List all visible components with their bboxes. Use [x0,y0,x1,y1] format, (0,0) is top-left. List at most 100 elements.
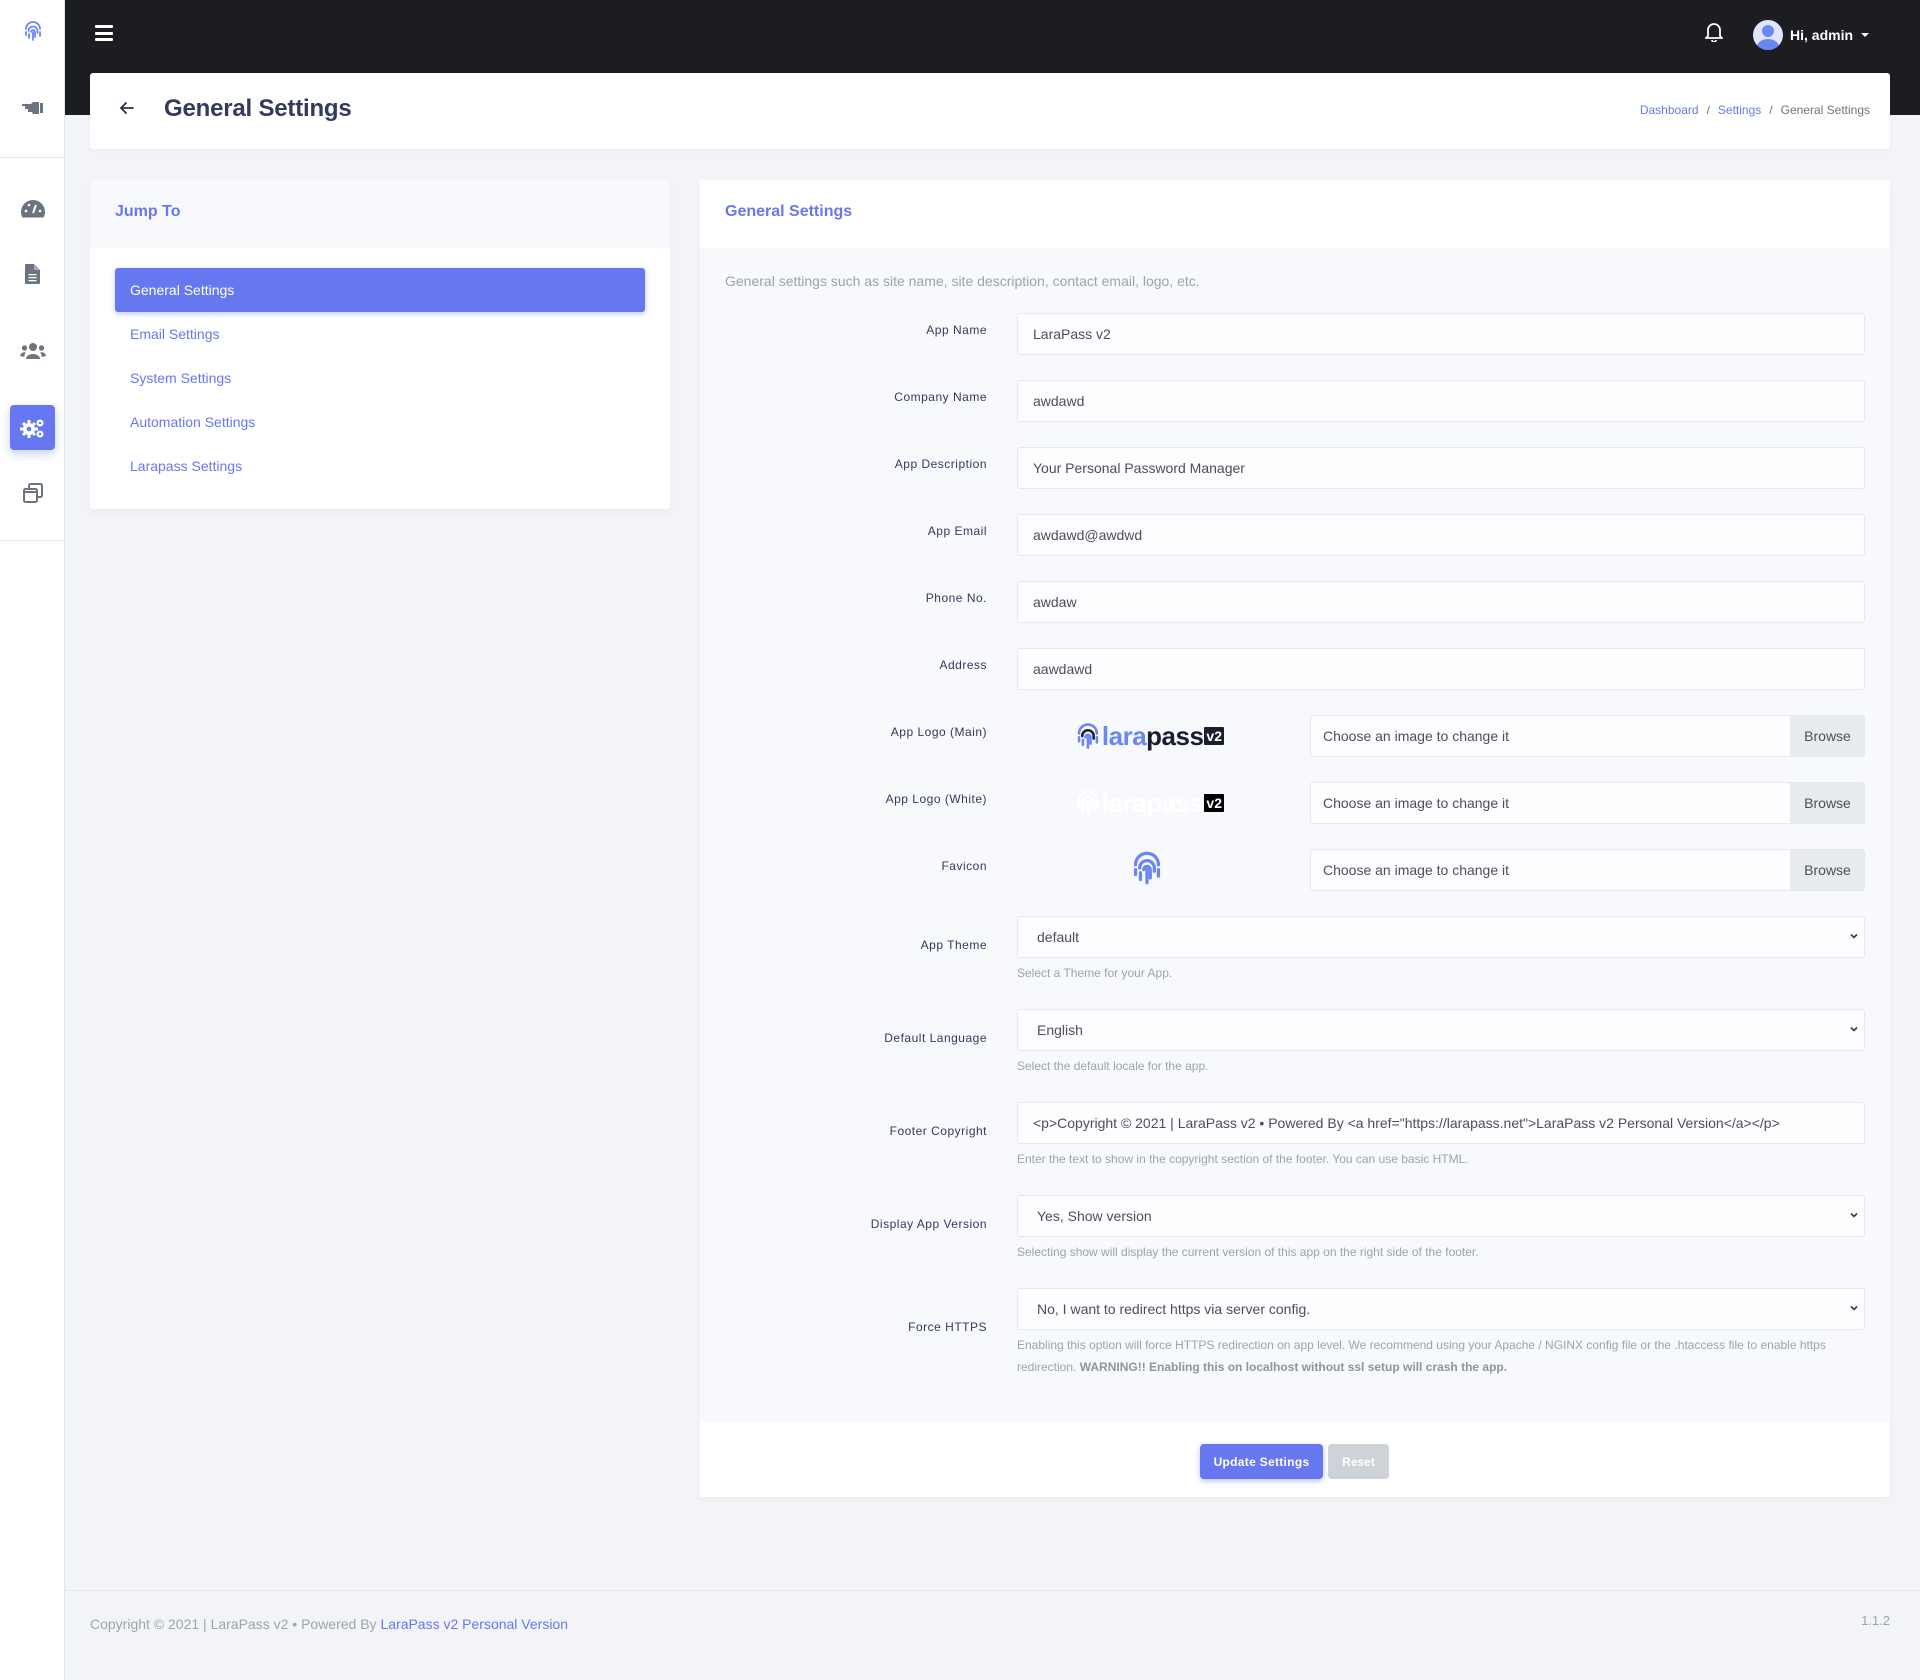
rail-divider [0,540,65,541]
display-app-version-value: Yes, Show version [1037,1208,1152,1224]
settings-description: General settings such as site name, site… [725,273,1200,289]
app-theme-value: default [1037,929,1080,945]
user-greeting: Hi, admin [1790,27,1854,43]
phone-label: Phone No. [925,591,987,605]
default-language-value: English [1037,1022,1083,1038]
page-footer: Copyright © 2021 | LaraPass v2 • Powered… [65,1590,1920,1680]
file-placeholder: Choose an image to change it [1323,862,1510,878]
settings-card-title: General Settings [725,203,853,220]
logo-main-file-input[interactable]: Choose an image to change it Browse [1310,715,1865,757]
fingerprint-logo-icon [24,20,41,41]
address-input[interactable]: aawdawd [1017,648,1865,690]
footer-copyright-input[interactable]: <p>Copyright © 2021 | LaraPass v2 • Powe… [1017,1102,1865,1144]
fingerprint-logo-icon [1077,723,1099,749]
chevron-down-icon [1850,1026,1858,1032]
notification-bell-button[interactable] [1703,22,1727,46]
cogs-icon [19,419,43,438]
logo-badge: v2 [1204,794,1224,812]
app-theme-label: App Theme [920,938,987,952]
logo-white-label: App Logo (White) [885,792,987,806]
app-theme-select[interactable]: default [1017,916,1865,958]
app-email-input[interactable]: awdawd@awdwd [1017,514,1865,556]
logo-text-pass: pass [1146,788,1204,818]
force-https-select[interactable]: No, I want to redirect https via server … [1017,1288,1865,1330]
company-name-input[interactable]: awdawd [1017,380,1865,422]
user-menu-dropdown[interactable]: Hi, admin [1753,20,1870,50]
jump-item-email-settings[interactable]: Email Settings [115,312,645,356]
display-app-version-label: Display App Version [870,1217,987,1231]
chevron-down-icon [1850,1305,1858,1311]
default-language-help: Select the default locale for the app. [1017,1059,1209,1073]
chevron-down-icon [1850,1212,1858,1218]
app-name-label: App Name [926,323,987,337]
jump-item-general-settings[interactable]: General Settings [115,268,645,312]
users-icon [19,342,46,359]
icon-sidebar [0,0,65,1680]
hamburger-icon[interactable] [95,25,113,41]
footer-copyright-label: Footer Copyright [889,1124,987,1138]
logo-text-lara: lara [1101,721,1147,751]
favicon-preview [1130,851,1170,885]
app-name-input[interactable]: LaraPass v2 [1017,313,1865,355]
windows-icon [22,482,43,503]
jump-item-system-settings[interactable]: System Settings [115,356,645,400]
rail-windows[interactable] [10,470,55,515]
rail-pointer[interactable] [10,85,55,130]
browse-button[interactable]: Browse [1790,783,1864,823]
jump-to-nav: General Settings Email Settings System S… [90,248,670,508]
jump-item-automation-settings[interactable]: Automation Settings [115,400,645,444]
default-language-label: Default Language [884,1031,987,1045]
footer-copyright: Copyright © 2021 | LaraPass v2 • Powered… [90,1616,568,1632]
company-name-label: Company Name [894,390,987,404]
jump-to-title: Jump To [115,203,181,220]
breadcrumb: Dashboard / Settings / General Settings [1640,103,1870,117]
jump-to-card: Jump To General Settings Email Settings … [90,180,670,509]
hand-pointing-icon [21,101,43,114]
logo-main-label: App Logo (Main) [890,725,987,739]
browse-button[interactable]: Browse [1790,716,1864,756]
rail-logo[interactable] [10,8,55,53]
force-https-value: No, I want to redirect https via server … [1037,1301,1311,1317]
app-description-label: App Description [894,457,987,471]
footer-copyright-help: Enter the text to show in the copyright … [1017,1152,1469,1166]
rail-dashboard[interactable] [10,186,55,231]
general-settings-card: General Settings General settings such a… [700,180,1890,1497]
update-settings-button[interactable]: Update Settings [1200,1444,1323,1479]
app-theme-help: Select a Theme for your App. [1017,966,1173,980]
favicon-label: Favicon [941,859,987,873]
browse-button[interactable]: Browse [1790,850,1864,890]
force-https-warning: WARNING!! Enabling this on localhost wit… [1079,1360,1508,1374]
file-placeholder: Choose an image to change it [1323,728,1510,744]
jump-item-larapass-settings[interactable]: Larapass Settings [115,444,645,488]
rail-settings[interactable] [10,405,55,450]
fingerprint-icon [1133,851,1161,885]
footer-powered-link[interactable]: LaraPass v2 Personal Version [380,1616,568,1632]
app-description-input[interactable]: Your Personal Password Manager [1017,447,1865,489]
logo-main-preview: lara pass v2 [1074,719,1224,753]
reset-button[interactable]: Reset [1328,1444,1389,1479]
logo-text-pass: pass [1146,721,1204,751]
back-button[interactable] [119,101,138,119]
settings-card-footer: Update Settings Reset [700,1422,1890,1497]
file-icon [25,263,40,284]
logo-white-file-input[interactable]: Choose an image to change it Browse [1310,782,1865,824]
logo-white-preview: lara pass v2 [1074,786,1224,820]
phone-input[interactable]: awdaw [1017,581,1865,623]
breadcrumb-separator: / [1706,103,1710,117]
favicon-file-input[interactable]: Choose an image to change it Browse [1310,849,1865,891]
arrow-left-icon [119,102,134,114]
page-header: General Settings Dashboard / Settings / … [90,73,1890,149]
breadcrumb-dashboard[interactable]: Dashboard [1640,103,1699,117]
breadcrumb-settings[interactable]: Settings [1718,103,1761,117]
caret-down-icon [1861,33,1870,37]
rail-documents[interactable] [10,251,55,296]
chevron-down-icon [1850,933,1858,939]
default-language-select[interactable]: English [1017,1009,1865,1051]
app-version: 1.1.2 [1861,1613,1890,1628]
breadcrumb-current: General Settings [1780,103,1870,117]
force-https-help: Enabling this option will force HTTPS re… [1017,1334,1867,1378]
page-title: General Settings [164,95,352,122]
display-app-version-select[interactable]: Yes, Show version [1017,1195,1865,1237]
bell-icon [1703,23,1725,43]
rail-users[interactable] [10,328,55,373]
